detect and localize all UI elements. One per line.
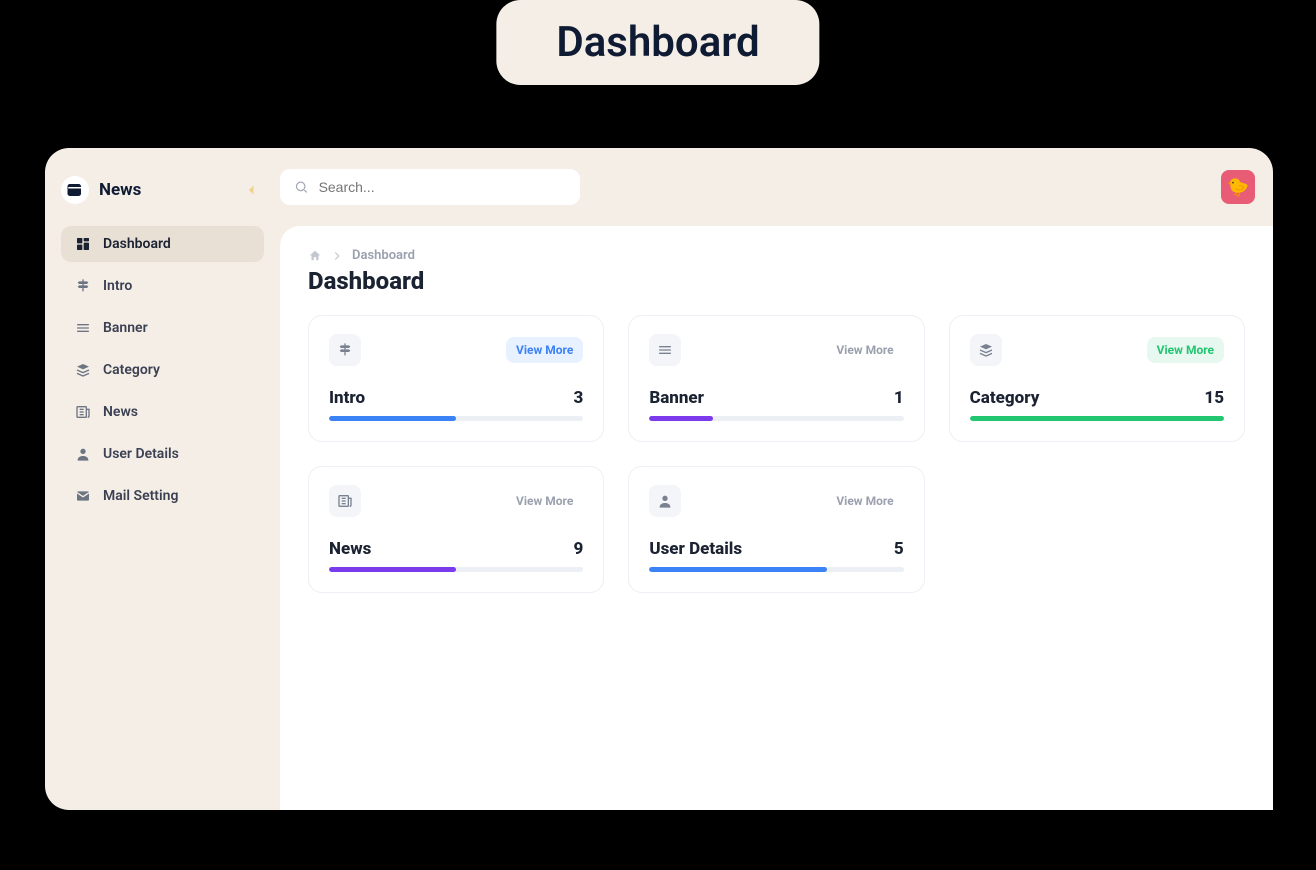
stat-card-banner: View More Banner 1 bbox=[628, 315, 924, 442]
card-count: 9 bbox=[574, 539, 584, 559]
signpost-icon bbox=[75, 278, 91, 294]
page-title: Dashboard bbox=[308, 267, 1245, 295]
card-top: View More bbox=[649, 485, 903, 517]
sidebar-item-banner[interactable]: Banner bbox=[61, 310, 264, 346]
progress-fill bbox=[329, 567, 456, 572]
app-window: News Dashboard Intro Banner Category News Use… bbox=[45, 148, 1273, 810]
card-title-row: News 9 bbox=[329, 539, 583, 559]
sidebar-item-label: News bbox=[103, 404, 138, 420]
card-count: 5 bbox=[894, 539, 904, 559]
stat-card-intro: View More Intro 3 bbox=[308, 315, 604, 442]
sidebar-item-category[interactable]: Category bbox=[61, 352, 264, 388]
card-body: Banner 1 bbox=[649, 388, 903, 421]
newspaper-icon bbox=[75, 404, 91, 420]
sidebar-item-label: User Details bbox=[103, 446, 179, 462]
stat-card-user-details: View More User Details 5 bbox=[628, 466, 924, 593]
page-badge: Dashboard bbox=[496, 0, 819, 85]
card-body: Category 15 bbox=[970, 388, 1224, 421]
view-more-button[interactable]: View More bbox=[826, 337, 903, 363]
search-input-wrapper[interactable] bbox=[280, 169, 580, 205]
card-count: 15 bbox=[1204, 388, 1224, 408]
card-title: News bbox=[329, 539, 371, 559]
sidebar-item-label: Category bbox=[103, 362, 160, 378]
lines-icon bbox=[649, 334, 681, 366]
view-more-button[interactable]: View More bbox=[1147, 337, 1224, 363]
sidebar-item-label: Dashboard bbox=[103, 236, 171, 252]
card-top: View More bbox=[649, 334, 903, 366]
layers-icon bbox=[970, 334, 1002, 366]
card-count: 3 bbox=[574, 388, 584, 408]
chevron-right-icon bbox=[330, 249, 344, 263]
card-top: View More bbox=[970, 334, 1224, 366]
home-icon bbox=[308, 249, 322, 263]
avatar[interactable]: 🐤 bbox=[1221, 170, 1255, 204]
card-top: View More bbox=[329, 334, 583, 366]
sidebar-item-mail-setting[interactable]: Mail Setting bbox=[61, 478, 264, 514]
sidebar-item-label: Intro bbox=[103, 278, 132, 294]
card-title-row: Banner 1 bbox=[649, 388, 903, 408]
progress-bar bbox=[649, 567, 903, 572]
card-body: User Details 5 bbox=[649, 539, 903, 572]
progress-bar bbox=[329, 416, 583, 421]
progress-fill bbox=[649, 567, 827, 572]
search-input[interactable] bbox=[319, 179, 566, 195]
lines-icon bbox=[75, 320, 91, 336]
topbar: 🐤 bbox=[280, 148, 1273, 226]
breadcrumb: Dashboard bbox=[308, 248, 1245, 263]
right-pane: 🐤 Dashboard Dashboard View MoreIntro3Vie… bbox=[280, 148, 1273, 810]
card-title-row: Intro 3 bbox=[329, 388, 583, 408]
card-count: 1 bbox=[894, 388, 904, 408]
card-body: Intro 3 bbox=[329, 388, 583, 421]
view-more-button[interactable]: View More bbox=[506, 337, 583, 363]
card-title: Banner bbox=[649, 388, 704, 408]
sidebar-item-user-details[interactable]: User Details bbox=[61, 436, 264, 472]
search-icon bbox=[294, 179, 309, 195]
layers-icon bbox=[75, 362, 91, 378]
card-grid: View MoreIntro3View MoreBanner1View More… bbox=[308, 315, 1245, 593]
progress-fill bbox=[329, 416, 456, 421]
collapse-sidebar-button[interactable] bbox=[240, 178, 264, 202]
stat-card-news: View More News 9 bbox=[308, 466, 604, 593]
sidebar-item-news[interactable]: News bbox=[61, 394, 264, 430]
card-title: Category bbox=[970, 388, 1040, 408]
card-title-row: Category 15 bbox=[970, 388, 1224, 408]
stat-card-category: View More Category 15 bbox=[949, 315, 1245, 442]
newspaper-icon bbox=[329, 485, 361, 517]
mail-icon bbox=[75, 488, 91, 504]
book-icon bbox=[61, 176, 89, 204]
card-title-row: User Details 5 bbox=[649, 539, 903, 559]
view-more-button[interactable]: View More bbox=[506, 488, 583, 514]
brand: News bbox=[61, 176, 141, 204]
sidebar-item-label: Banner bbox=[103, 320, 148, 336]
user-icon bbox=[649, 485, 681, 517]
brand-row: News bbox=[61, 176, 264, 204]
main-panel: Dashboard Dashboard View MoreIntro3View … bbox=[280, 226, 1273, 810]
card-top: View More bbox=[329, 485, 583, 517]
sidebar: News Dashboard Intro Banner Category News Use… bbox=[45, 148, 280, 810]
user-icon bbox=[75, 446, 91, 462]
progress-bar bbox=[649, 416, 903, 421]
view-more-button[interactable]: View More bbox=[826, 488, 903, 514]
progress-bar bbox=[970, 416, 1224, 421]
progress-bar bbox=[329, 567, 583, 572]
card-body: News 9 bbox=[329, 539, 583, 572]
progress-fill bbox=[649, 416, 713, 421]
brand-name: News bbox=[99, 180, 141, 200]
breadcrumb-current: Dashboard bbox=[352, 248, 415, 263]
card-title: Intro bbox=[329, 388, 365, 408]
signpost-icon bbox=[329, 334, 361, 366]
sidebar-item-dashboard[interactable]: Dashboard bbox=[61, 226, 264, 262]
sidebar-item-intro[interactable]: Intro bbox=[61, 268, 264, 304]
dashboard-icon bbox=[75, 236, 91, 252]
sidebar-nav: Dashboard Intro Banner Category News User Det… bbox=[61, 226, 264, 514]
sidebar-item-label: Mail Setting bbox=[103, 488, 178, 504]
progress-fill bbox=[970, 416, 1224, 421]
card-title: User Details bbox=[649, 539, 742, 559]
